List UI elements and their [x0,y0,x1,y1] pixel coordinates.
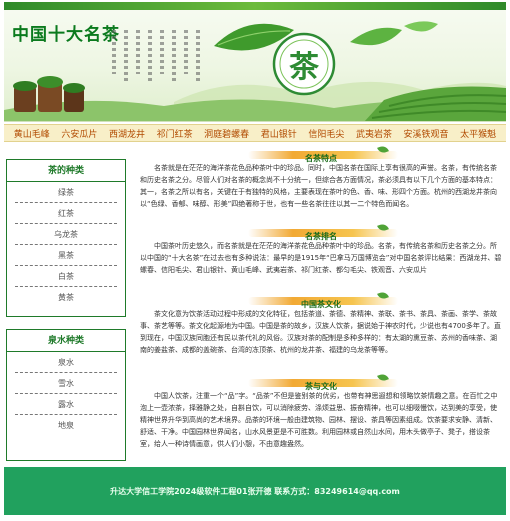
section-title: 茶与文化 [305,382,337,391]
section-paragraph: 中国人饮茶，注重一个“品”字。“品茶”不但是鉴别茶的优劣，也带有神思遐想和领略饮… [140,392,498,448]
section-heading: 名茶特点 [138,144,504,163]
sidebar-item-black-tea[interactable]: 红茶 [15,203,117,224]
main-content: 名茶特点 名茶就是在茫茫的海洋茶花色品种茶叶中的珍品。同时，中国名茶在国际上享有… [138,144,504,466]
footer: 升达大学信工学院2024级软件工程01张开德 联系方式：83249614@qq.… [4,467,506,515]
nav-item-xinyang-maojian[interactable]: 信阳毛尖 [308,127,344,140]
page: 中国十大名茶 茶 黄山毛峰 六安瓜片 西湖龙井 祁门红茶 洞庭碧螺春 君山银针 … [0,0,510,521]
sidebar-item-green-tea[interactable]: 绿茶 [15,182,117,203]
sidebar-item-yellow-tea[interactable]: 黄茶 [15,287,117,308]
emblem-character: 茶 [289,50,319,85]
section-features: 名茶特点 名茶就是在茫茫的海洋茶花色品种茶叶中的珍品。同时，中国名茶在国际上享有… [138,144,504,222]
sidebar-item-spring-water[interactable]: 泉水 [15,352,117,373]
nav-item-xihu-longjing[interactable]: 西湖龙井 [109,127,145,140]
section-title: 名茶排名 [305,232,337,241]
section-paragraph: 名茶就是在茫茫的海洋茶花色品种茶叶中的珍品。同时，中国名茶在国际上享有很高的声誉… [140,164,497,208]
sidebar-water-types: 泉水种类 泉水 雪水 露水 地泉 [6,329,126,461]
section-tea-and-culture: 茶与文化 中国人饮茶，注重一个“品”字。“品茶”不但是鉴别茶的优劣，也带有神思遐… [138,372,504,466]
section-heading: 茶与文化 [138,372,504,391]
section-title: 名茶特点 [305,154,337,163]
sidebar-tea-types: 茶的种类 绿茶 红茶 乌龙茶 黑茶 白茶 黄茶 [6,159,126,317]
nav-item-qimen-hongcha[interactable]: 祁门红茶 [157,127,193,140]
nav-item-dongting-biluochun[interactable]: 洞庭碧螺春 [204,127,249,140]
section-tea-culture: 中国茶文化 茶文化意为饮茶活动过程中形成的文化特征，包括茶道、茶德、茶精神、茶联… [138,290,504,372]
section-heading: 名茶排名 [138,222,504,241]
sidebar-item-dew-water[interactable]: 露水 [15,394,117,415]
header-banner: 中国十大名茶 茶 [4,2,506,122]
sidebar-item-ground-spring[interactable]: 地泉 [15,415,117,436]
nav-item-huangshan-maofeng[interactable]: 黄山毛峰 [14,127,50,140]
footer-text: 升达大学信工学院2024级软件工程01张开德 联系方式：83249614@qq.… [110,486,400,496]
banner-artwork [4,21,506,121]
section-paragraph: 中国茶叶历史悠久，而名茶就是在茫茫的海洋茶花色品种茶叶中的珍品。名茶，有传统名茶… [140,242,502,274]
section-heading: 中国茶文化 [138,290,504,309]
nav-item-wuyi-yancha[interactable]: 武夷岩茶 [356,127,392,140]
sidebar-item-snow-water[interactable]: 雪水 [15,373,117,394]
sidebar-item-white-tea[interactable]: 白茶 [15,266,117,287]
tea-pots-icon [13,76,85,112]
sidebar-item-oolong-tea[interactable]: 乌龙茶 [15,224,117,245]
nav-item-junshan-yinzhen[interactable]: 君山银针 [261,127,297,140]
section-paragraph: 茶文化意为饮茶活动过程中形成的文化特征，包括茶道、茶德、茶精神、茶联、茶书、茶具… [140,310,501,354]
section-ranking: 名茶排名 中国茶叶历史悠久，而名茶就是在茫茫的海洋茶花色品种茶叶中的珍品。名茶，… [138,222,504,290]
sidebar-tea-types-title: 茶的种类 [7,160,125,182]
sidebar-item-dark-tea[interactable]: 黑茶 [15,245,117,266]
main-nav: 黄山毛峰 六安瓜片 西湖龙井 祁门红茶 洞庭碧螺春 君山银针 信阳毛尖 武夷岩茶… [4,124,506,142]
sidebar-water-types-title: 泉水种类 [7,330,125,352]
nav-item-luan-guapian[interactable]: 六安瓜片 [61,127,97,140]
section-title: 中国茶文化 [301,300,341,309]
nav-item-anxi-tieguanyin[interactable]: 安溪铁观音 [404,127,449,140]
nav-item-taiping-houkui[interactable]: 太平猴魁 [460,127,496,140]
